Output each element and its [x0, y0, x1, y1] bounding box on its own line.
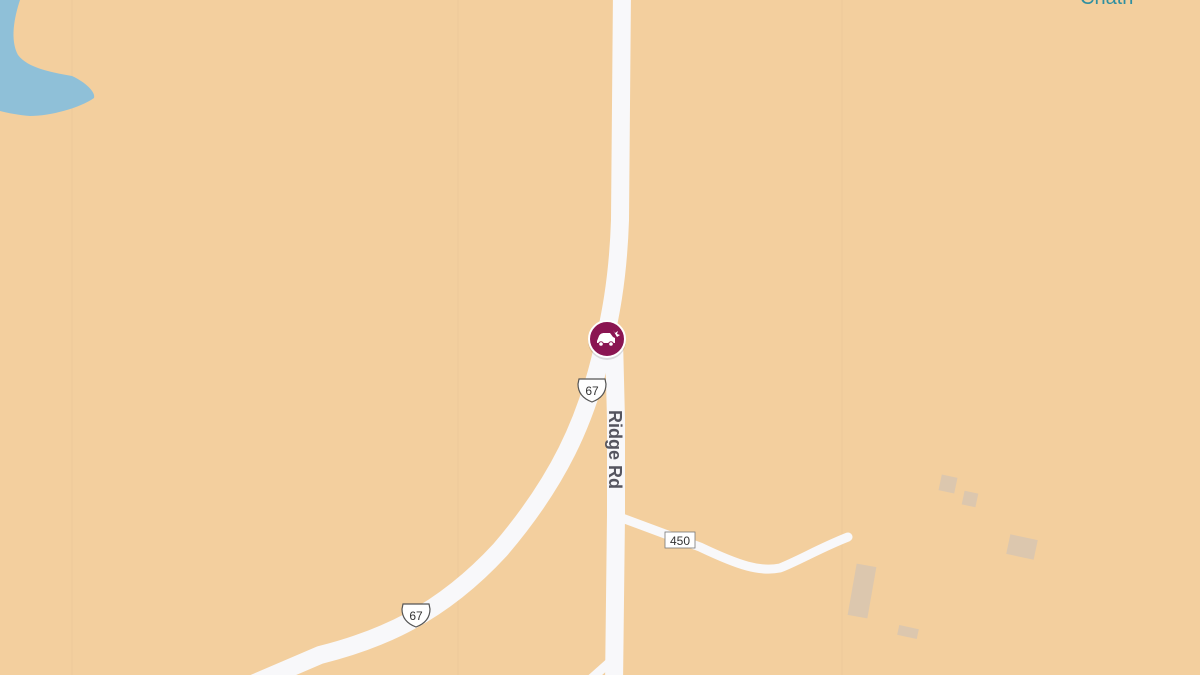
ridge-rd-label: Ridge Rd [605, 410, 625, 489]
road-number: 450 [670, 534, 690, 548]
ridge-rd-road [605, 331, 625, 675]
crash-marker[interactable] [588, 320, 626, 360]
place-label: Chath [1080, 0, 1133, 9]
shield-number: 67 [409, 609, 423, 623]
map-canvas[interactable]: 67 67 Ridge Rd 450 Chath [0, 0, 1200, 675]
shield-number: 67 [585, 384, 599, 398]
road-450-label: 450 [664, 531, 696, 549]
